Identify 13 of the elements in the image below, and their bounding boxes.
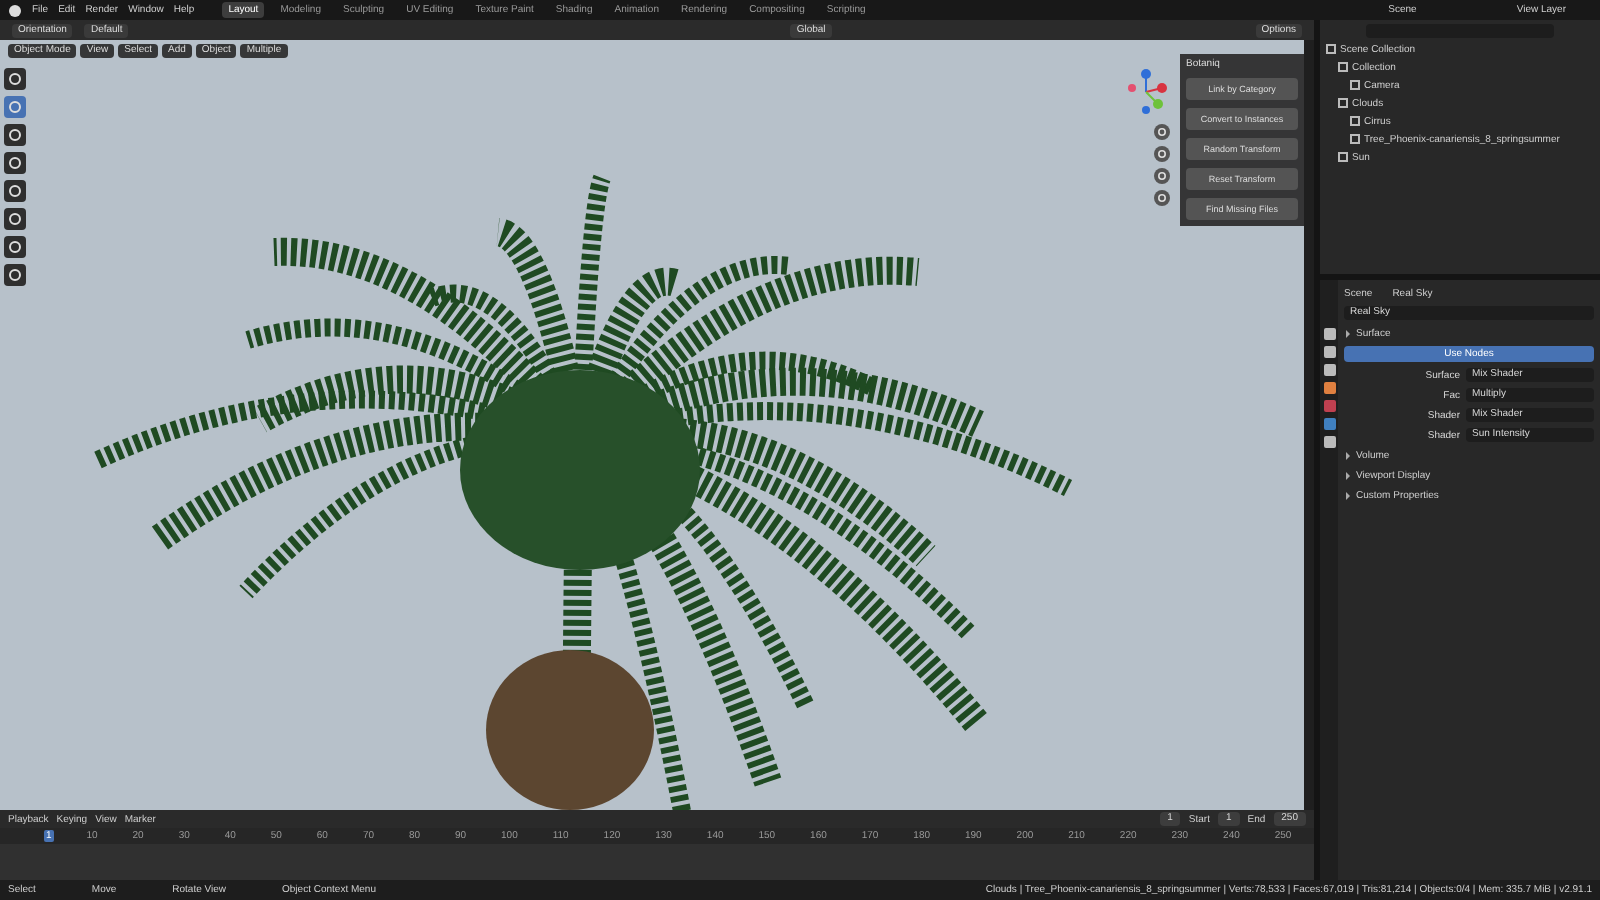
- expand-arrow-icon[interactable]: [1344, 451, 1352, 459]
- navigation-gizmo-icon[interactable]: [1122, 68, 1170, 116]
- tool-icon[interactable]: [4, 68, 26, 90]
- timeline-track[interactable]: [0, 844, 1314, 880]
- expand-arrow-icon[interactable]: [1344, 471, 1352, 479]
- expand-arrow-icon[interactable]: [1344, 491, 1352, 499]
- tool-icon[interactable]: [4, 180, 26, 202]
- tool-icon[interactable]: [4, 236, 26, 258]
- tool-icon[interactable]: [4, 264, 26, 286]
- tool-icon[interactable]: [4, 208, 26, 230]
- tool-icon[interactable]: [4, 124, 26, 146]
- collapse-arrow-icon[interactable]: [1344, 329, 1352, 337]
- tool-icon[interactable]: [4, 152, 26, 174]
